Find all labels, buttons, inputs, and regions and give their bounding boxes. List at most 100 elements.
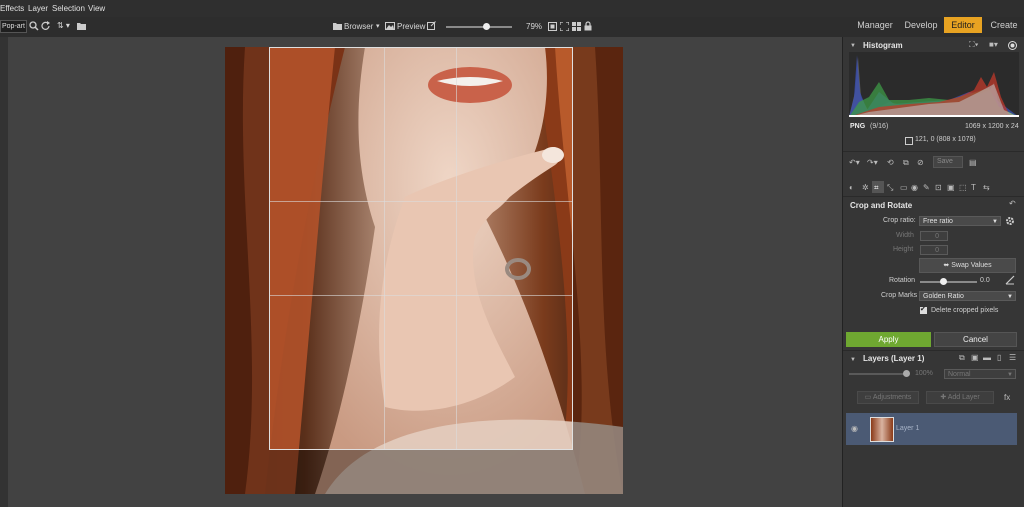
search-icon[interactable] <box>29 21 39 31</box>
zoom-slider[interactable] <box>446 26 512 28</box>
image-dimensions: 1069 x 1200 x 24 <box>965 123 1019 130</box>
tab-editor[interactable]: Editor <box>944 17 982 33</box>
width-label: Width <box>896 232 914 239</box>
layer-fx-icon[interactable]: fx <box>1004 393 1010 403</box>
crop-marks-select[interactable]: Golden Ratio ▼ <box>919 291 1016 301</box>
add-layer-button[interactable]: ✚ Add Layer <box>926 391 994 404</box>
eye-icon[interactable]: ◉ <box>851 424 858 434</box>
layer-name: Layer 1 <box>896 425 920 432</box>
zoom-slider-handle[interactable] <box>483 23 491 30</box>
histogram-title: Histogram <box>863 41 903 50</box>
tool-text-icon[interactable]: T <box>971 183 976 193</box>
blend-mode-select[interactable]: Normal ▼ <box>944 369 1016 379</box>
layers-title: Layers (Layer 1) <box>863 354 925 363</box>
histogram-display-icon[interactable]: ■▾ <box>989 40 998 50</box>
layer-folder-icon[interactable]: ▬ <box>983 353 991 363</box>
crop-guide-v2 <box>456 48 457 449</box>
crop-frame[interactable] <box>269 47 573 450</box>
layer-row[interactable]: ◉ Layer 1 <box>846 413 1017 445</box>
tool-clone-icon[interactable]: ⊡ <box>935 183 942 193</box>
history-icon[interactable]: ⟲ <box>887 158 894 168</box>
preview-image-icon <box>385 22 395 30</box>
menu-layer[interactable]: Layer <box>28 4 48 13</box>
height-label: Height <box>893 246 914 253</box>
crop-guide-h2 <box>270 295 572 296</box>
chevron-down-icon[interactable]: ▾ <box>376 22 380 30</box>
tool-adjust-icon[interactable]: ◐ <box>849 183 854 193</box>
crop-shade-left <box>225 47 269 494</box>
tab-develop[interactable]: Develop <box>899 17 943 33</box>
tool-brush-icon[interactable]: ✎ <box>923 183 930 193</box>
apply-button[interactable]: Apply <box>846 332 931 347</box>
fullscreen-icon[interactable] <box>560 22 569 31</box>
discard-icon[interactable]: ⊘ <box>917 158 924 168</box>
tool-select-icon[interactable]: ⬚ <box>959 183 967 193</box>
save-as-icon[interactable]: ▤ <box>969 158 977 168</box>
left-scrollbar[interactable] <box>0 37 8 507</box>
cancel-button[interactable]: Cancel <box>934 332 1017 347</box>
search-value: Pop-art <box>2 23 25 30</box>
external-link-icon[interactable] <box>427 21 436 30</box>
width-input[interactable]: 0 <box>920 231 948 241</box>
lock-icon[interactable] <box>584 21 592 31</box>
menu-effects[interactable]: Effects <box>0 4 24 13</box>
swap-values-button[interactable]: ⬌ Swap Values <box>919 258 1016 273</box>
rotation-slider-handle[interactable] <box>940 278 947 285</box>
tool-effects-icon[interactable]: ✲ <box>862 183 869 193</box>
browser-button[interactable]: Browser <box>344 22 373 31</box>
tool-shape-icon[interactable]: ▭ <box>900 183 908 193</box>
preview-button[interactable]: Preview <box>397 22 425 31</box>
opacity-slider[interactable] <box>849 373 906 375</box>
gear-icon[interactable] <box>1005 216 1015 226</box>
histogram-mode-icon[interactable]: ⛶▾ <box>969 40 979 50</box>
search-input[interactable]: Pop-art <box>0 20 27 33</box>
crop-shade-right <box>572 47 623 494</box>
rotation-value: 0.0 <box>980 277 990 284</box>
reset-icon[interactable]: ↶ <box>1009 199 1016 209</box>
opacity-value: 100% <box>915 370 933 377</box>
histogram-settings-icon[interactable] <box>1008 41 1017 50</box>
crop-ratio-value: Free ratio <box>923 218 953 225</box>
tool-redeye-icon[interactable]: ◉ <box>911 183 918 193</box>
tool-gradient-icon[interactable]: ⇆ <box>983 183 990 193</box>
collapse-icon[interactable]: ▼ <box>850 41 856 51</box>
crop-info: 121, 0 (808 x 1078) <box>915 136 976 143</box>
menu-view[interactable]: View <box>88 4 105 13</box>
histogram-chart <box>849 52 1019 117</box>
tab-create[interactable]: Create <box>984 17 1024 33</box>
photo-preview[interactable] <box>225 47 623 494</box>
adjustments-button[interactable]: ▭ Adjustments <box>857 391 919 404</box>
save-button[interactable]: Save <box>933 156 963 168</box>
tool-transform-icon[interactable]: ⤡ <box>887 183 893 193</box>
opacity-slider-handle[interactable] <box>903 370 910 377</box>
tab-manager[interactable]: Manager <box>852 17 898 33</box>
sort-icon[interactable]: ⇅ ▾ <box>57 21 70 30</box>
crop-info-icon <box>905 137 913 145</box>
crop-ratio-select[interactable]: Free ratio ▼ <box>919 216 1001 226</box>
crop-tool-icon[interactable]: ⌗ <box>874 183 879 193</box>
layer-delete-icon[interactable]: ▯ <box>997 353 1001 363</box>
toolbar: Pop-art ⇅ ▾ Browser ▾ Preview 79% Manage… <box>0 17 1024 38</box>
layer-menu-icon[interactable]: ☰ <box>1009 353 1016 363</box>
rotation-slider[interactable] <box>920 281 977 283</box>
plus-icon: ✚ <box>940 394 948 401</box>
refresh-icon[interactable] <box>41 21 51 31</box>
crop-ratio-label: Crop ratio: <box>883 217 916 224</box>
collapse-icon[interactable]: ▼ <box>850 355 856 365</box>
undo-icon[interactable]: ↶▾ <box>849 158 860 168</box>
folder-icon[interactable] <box>77 22 86 30</box>
menu-selection[interactable]: Selection <box>52 4 85 13</box>
crop-panel-title: Crop and Rotate <box>850 201 913 210</box>
zoom-value: 79% <box>526 22 543 31</box>
height-input[interactable]: 0 <box>920 245 948 255</box>
straighten-icon[interactable] <box>1005 275 1015 285</box>
layer-image-icon[interactable]: ▣ <box>971 353 979 363</box>
grid-view-icon[interactable] <box>572 22 581 31</box>
fit-icon[interactable] <box>548 22 557 31</box>
layers-copy-icon[interactable]: ⧉ <box>903 158 909 168</box>
swap-values-label: Swap Values <box>951 262 992 269</box>
tool-mask-icon[interactable]: ▣ <box>947 183 955 193</box>
redo-icon[interactable]: ↷▾ <box>867 158 878 168</box>
chevron-down-icon: ▼ <box>1007 372 1013 378</box>
layer-new-icon[interactable]: ⧉ <box>959 353 965 363</box>
